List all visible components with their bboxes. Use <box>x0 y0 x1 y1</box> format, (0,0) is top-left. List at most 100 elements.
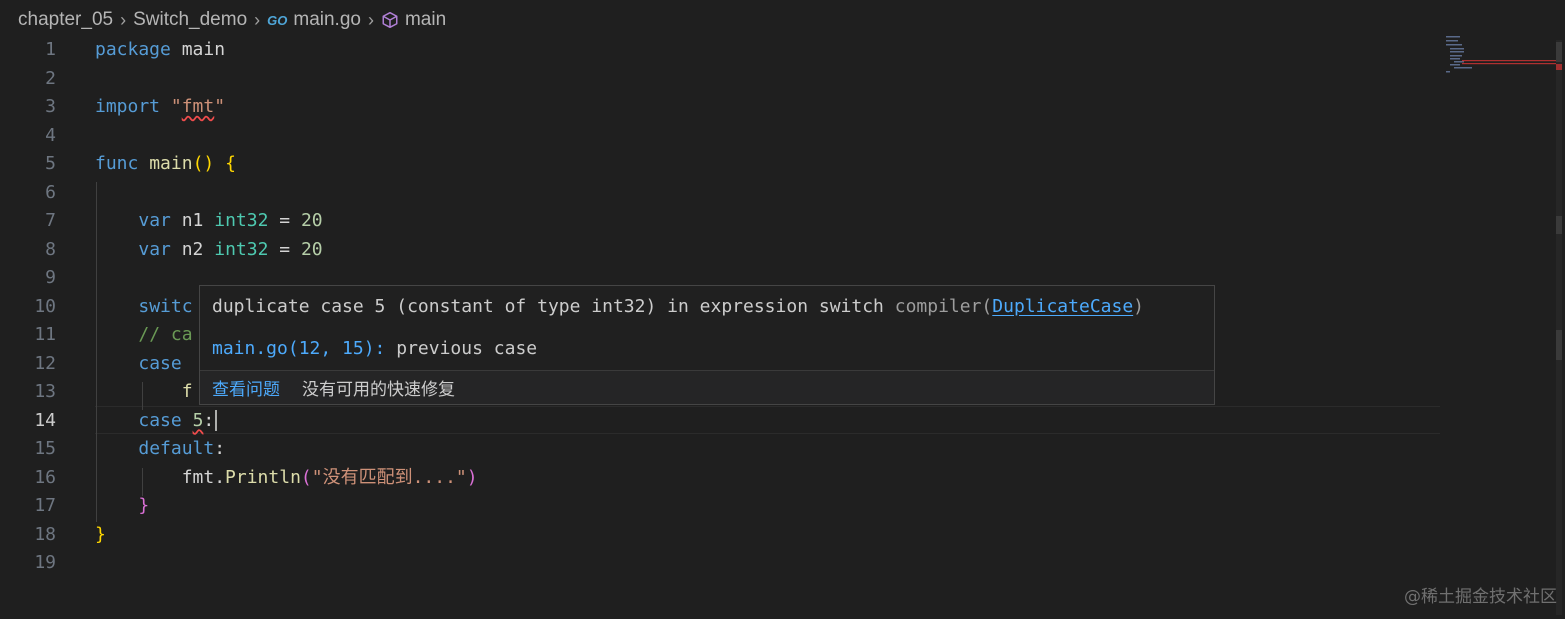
code-token: "没有匹配到...." <box>311 466 467 488</box>
code-token: fmt. <box>95 466 226 488</box>
code-text: import "fmt" <box>95 93 225 122</box>
error-source: compiler( <box>894 296 993 317</box>
code-token: : <box>214 438 226 459</box>
related-location-link[interactable]: main.go(12, 15): <box>212 338 385 359</box>
line-number: 17 <box>34 495 56 516</box>
code-line[interactable]: 1 package main <box>0 36 1440 65</box>
code-line[interactable]: 5 func main() { <box>0 150 1440 179</box>
line-number: 8 <box>45 238 56 260</box>
code-token: 20 <box>300 210 323 231</box>
code-token: " <box>170 96 182 117</box>
chevron-right-icon: › <box>367 9 374 30</box>
watermark: @稀土掘金技术社区 <box>1404 587 1557 607</box>
breadcrumb-file-label: main.go <box>293 9 361 30</box>
code-line[interactable]: 19 <box>0 549 1440 578</box>
code-token: func <box>95 153 139 174</box>
code-text: f <box>95 378 193 407</box>
code-token: case <box>138 409 182 431</box>
chevron-right-icon: › <box>254 9 261 30</box>
breadcrumb-item-subfolder[interactable]: Switch_demo <box>133 9 247 31</box>
code-line[interactable]: 17 } <box>0 492 1440 521</box>
code-token: int32 <box>214 210 269 231</box>
line-number: 19 <box>34 552 56 573</box>
code-token: ( <box>300 466 312 488</box>
code-token: 20 <box>300 238 323 260</box>
line-number: 7 <box>45 210 56 231</box>
hover-message-row: duplicate case 5 (constant of type int32… <box>212 296 1144 317</box>
line-number: 3 <box>45 96 56 117</box>
error-code-link[interactable]: DuplicateCase <box>992 296 1133 317</box>
code-text: case 5: <box>95 407 218 436</box>
code-token: case <box>138 352 182 374</box>
code-token: switc <box>138 295 193 317</box>
chevron-right-icon: › <box>120 9 127 30</box>
vertical-scrollbar[interactable] <box>1553 40 1565 615</box>
code-text: switc <box>95 293 193 322</box>
related-message: previous case <box>396 338 538 359</box>
hover-related-row: main.go(12, 15): previous case <box>212 338 537 359</box>
line-number: 1 <box>45 39 56 60</box>
line-number: 13 <box>34 381 56 402</box>
code-token: import <box>95 96 161 117</box>
line-number: 2 <box>45 67 56 89</box>
view-problem-link[interactable]: 查看问题 <box>212 375 280 400</box>
code-token: } <box>138 495 150 516</box>
code-line[interactable]: 7 var n1 int32 = 20 <box>0 207 1440 236</box>
code-token: : <box>203 409 215 431</box>
line-number: 12 <box>34 352 56 374</box>
code-text: case <box>95 350 182 379</box>
hover-tooltip: duplicate case 5 (constant of type int32… <box>199 285 1215 405</box>
code-line[interactable]: 8 var n2 int32 = 20 <box>0 236 1440 265</box>
code-token: // ca <box>138 324 193 345</box>
code-line[interactable]: 14 case 5: <box>0 407 1440 436</box>
line-number: 4 <box>45 124 56 146</box>
code-token: main <box>170 39 226 60</box>
line-number: 11 <box>34 324 56 345</box>
line-number: 10 <box>34 295 56 317</box>
text-cursor <box>215 409 218 431</box>
code-token: } <box>95 523 106 545</box>
line-number: 16 <box>34 466 56 488</box>
code-token: { <box>225 153 236 174</box>
code-text: default: <box>95 435 225 464</box>
code-token: var <box>138 210 171 231</box>
line-number: 18 <box>34 523 56 545</box>
breadcrumb-item-file[interactable]: GO main.go <box>267 9 361 31</box>
minimap[interactable] <box>1442 34 1557 84</box>
code-token: ) <box>466 466 478 488</box>
line-number: 5 <box>45 153 56 174</box>
code-token: var <box>138 238 171 260</box>
hover-actions-bar: 查看问题 没有可用的快速修复 <box>200 370 1214 404</box>
line-number: 9 <box>45 267 56 288</box>
code-token: n1 <box>170 210 215 231</box>
code-token: fmt <box>181 96 215 117</box>
line-number: 6 <box>45 181 56 203</box>
breadcrumb-symbol-label: main <box>404 9 447 30</box>
code-line[interactable]: 2 <box>0 65 1440 94</box>
code-line[interactable]: 6 <box>0 179 1440 208</box>
code-line[interactable]: 4 <box>0 122 1440 151</box>
error-message: duplicate case 5 (constant of type int32… <box>212 296 884 317</box>
code-text: } <box>95 521 106 550</box>
code-token: () <box>192 153 215 174</box>
no-quick-fix-text: 没有可用的快速修复 <box>302 380 455 400</box>
code-text: package main <box>95 36 225 65</box>
go-file-icon: GO <box>267 12 288 28</box>
breadcrumb-item-symbol[interactable]: main <box>381 9 446 31</box>
code-token: " <box>214 96 226 117</box>
code-token: Println <box>225 466 301 488</box>
code-text: var n2 int32 = 20 <box>95 236 323 265</box>
code-line[interactable]: 16 fmt.Println("没有匹配到....") <box>0 464 1440 493</box>
code-token: package <box>95 39 171 60</box>
code-line[interactable]: 3 import "fmt" <box>0 93 1440 122</box>
code-line[interactable]: 15 default: <box>0 435 1440 464</box>
breadcrumb-item-folder[interactable]: chapter_05 <box>18 9 113 31</box>
code-line[interactable]: 18} <box>0 521 1440 550</box>
code-token: int32 <box>214 238 269 260</box>
